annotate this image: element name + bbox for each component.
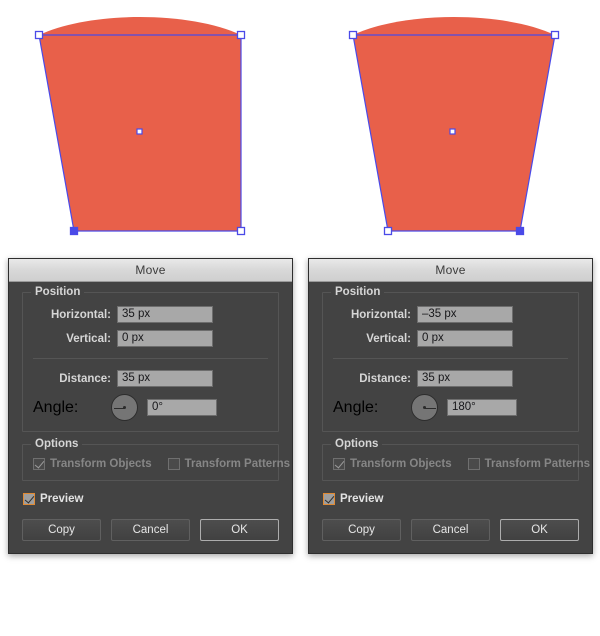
copy-button[interactable]: Copy xyxy=(22,519,101,541)
dialog-button-row: Copy Cancel OK xyxy=(322,519,579,541)
vertical-row: Vertical: 0 px xyxy=(333,330,568,347)
anchor-bottom-right[interactable] xyxy=(236,226,246,236)
vertical-input[interactable]: 0 px xyxy=(117,330,213,347)
vertical-label: Vertical: xyxy=(66,332,111,345)
options-group-legend: Options xyxy=(331,438,383,450)
angle-row: Angle: 0° xyxy=(33,394,268,421)
anchor-top-right[interactable] xyxy=(550,30,560,40)
transform-patterns-label: Transform Patterns xyxy=(484,458,591,470)
checkbox-checked-icon xyxy=(23,493,35,505)
position-group-legend: Position xyxy=(331,286,385,298)
checkbox-icon xyxy=(33,458,45,470)
horizontal-row: Horizontal: –35 px xyxy=(333,306,568,323)
angle-label: Angle: xyxy=(333,398,379,416)
copy-button[interactable]: Copy xyxy=(322,519,401,541)
position-group-legend: Position xyxy=(31,286,85,298)
dialog-body: Position Horizontal: –35 px Vertical: 0 … xyxy=(309,282,592,553)
cancel-button[interactable]: Cancel xyxy=(111,519,190,541)
center-point-marker xyxy=(136,128,143,135)
checkbox-checked-icon xyxy=(323,493,335,505)
position-divider xyxy=(333,358,568,359)
right-shape-path xyxy=(353,17,555,231)
dialog-title: Move xyxy=(135,263,166,277)
angle-label: Angle: xyxy=(33,398,79,416)
ok-button[interactable]: OK xyxy=(200,519,279,541)
dialog-title: Move xyxy=(435,263,466,277)
dialog-body: Position Horizontal: 35 px Vertical: 0 p… xyxy=(9,282,292,553)
angle-dial-icon[interactable] xyxy=(411,394,438,421)
horizontal-input[interactable]: –35 px xyxy=(417,306,513,323)
right-shape-group xyxy=(348,17,560,236)
preview-label: Preview xyxy=(340,493,384,505)
options-group: Options Transform Objects Transform Patt… xyxy=(22,438,290,481)
angle-dial-icon[interactable] xyxy=(111,394,138,421)
left-shape-group xyxy=(34,17,246,236)
move-dialog-right: Move Position Horizontal: –35 px Vertica… xyxy=(308,258,593,554)
angle-input[interactable]: 180° xyxy=(447,399,517,416)
angle-row: Angle: 180° xyxy=(333,394,568,421)
transform-objects-checkbox[interactable]: Transform Objects xyxy=(33,458,152,470)
distance-row: Distance: 35 px xyxy=(33,370,268,387)
angle-input[interactable]: 0° xyxy=(147,399,217,416)
anchor-bottom-right-selected[interactable] xyxy=(515,226,525,236)
anchor-top-left[interactable] xyxy=(34,30,44,40)
anchor-bottom-left[interactable] xyxy=(383,226,393,236)
dialog-button-row: Copy Cancel OK xyxy=(22,519,279,541)
horizontal-input[interactable]: 35 px xyxy=(117,306,213,323)
move-dialog-left: Move Position Horizontal: 35 px Vertical… xyxy=(8,258,293,554)
distance-label: Distance: xyxy=(59,372,111,385)
position-group: Position Horizontal: –35 px Vertical: 0 … xyxy=(322,286,579,432)
dialog-titlebar[interactable]: Move xyxy=(9,259,292,282)
angle-dial-hub xyxy=(423,406,426,409)
checkbox-icon xyxy=(167,458,180,470)
angle-dial-hub xyxy=(123,406,126,409)
cancel-button[interactable]: Cancel xyxy=(411,519,490,541)
vertical-label: Vertical: xyxy=(366,332,411,345)
center-point-marker xyxy=(449,128,456,135)
vertical-input[interactable]: 0 px xyxy=(417,330,513,347)
horizontal-row: Horizontal: 35 px xyxy=(33,306,268,323)
checkbox-icon xyxy=(467,458,480,470)
checkbox-icon xyxy=(333,458,345,470)
preview-label: Preview xyxy=(40,493,84,505)
anchor-top-left[interactable] xyxy=(348,30,358,40)
preview-checkbox[interactable]: Preview xyxy=(323,493,579,505)
preview-checkbox[interactable]: Preview xyxy=(23,493,279,505)
distance-row: Distance: 35 px xyxy=(333,370,568,387)
distance-input[interactable]: 35 px xyxy=(417,370,513,387)
left-shape-path xyxy=(39,17,241,231)
artboard-canvas xyxy=(0,0,600,250)
transform-patterns-label: Transform Patterns xyxy=(184,458,291,470)
anchor-top-right[interactable] xyxy=(236,30,246,40)
options-group-legend: Options xyxy=(31,438,83,450)
transform-patterns-checkbox[interactable]: Transform Patterns xyxy=(467,458,591,470)
distance-input[interactable]: 35 px xyxy=(117,370,213,387)
dialog-titlebar[interactable]: Move xyxy=(309,259,592,282)
ok-button[interactable]: OK xyxy=(500,519,579,541)
transform-objects-label: Transform Objects xyxy=(50,458,152,470)
transform-objects-checkbox[interactable]: Transform Objects xyxy=(333,458,452,470)
horizontal-label: Horizontal: xyxy=(50,308,111,321)
transform-objects-label: Transform Objects xyxy=(350,458,452,470)
position-group: Position Horizontal: 35 px Vertical: 0 p… xyxy=(22,286,279,432)
horizontal-label: Horizontal: xyxy=(350,308,411,321)
vertical-row: Vertical: 0 px xyxy=(33,330,268,347)
distance-label: Distance: xyxy=(359,372,411,385)
anchor-bottom-left-selected[interactable] xyxy=(69,226,79,236)
transform-patterns-checkbox[interactable]: Transform Patterns xyxy=(167,458,291,470)
angle-dial-needle xyxy=(424,407,436,409)
position-divider xyxy=(33,358,268,359)
options-group: Options Transform Objects Transform Patt… xyxy=(322,438,590,481)
